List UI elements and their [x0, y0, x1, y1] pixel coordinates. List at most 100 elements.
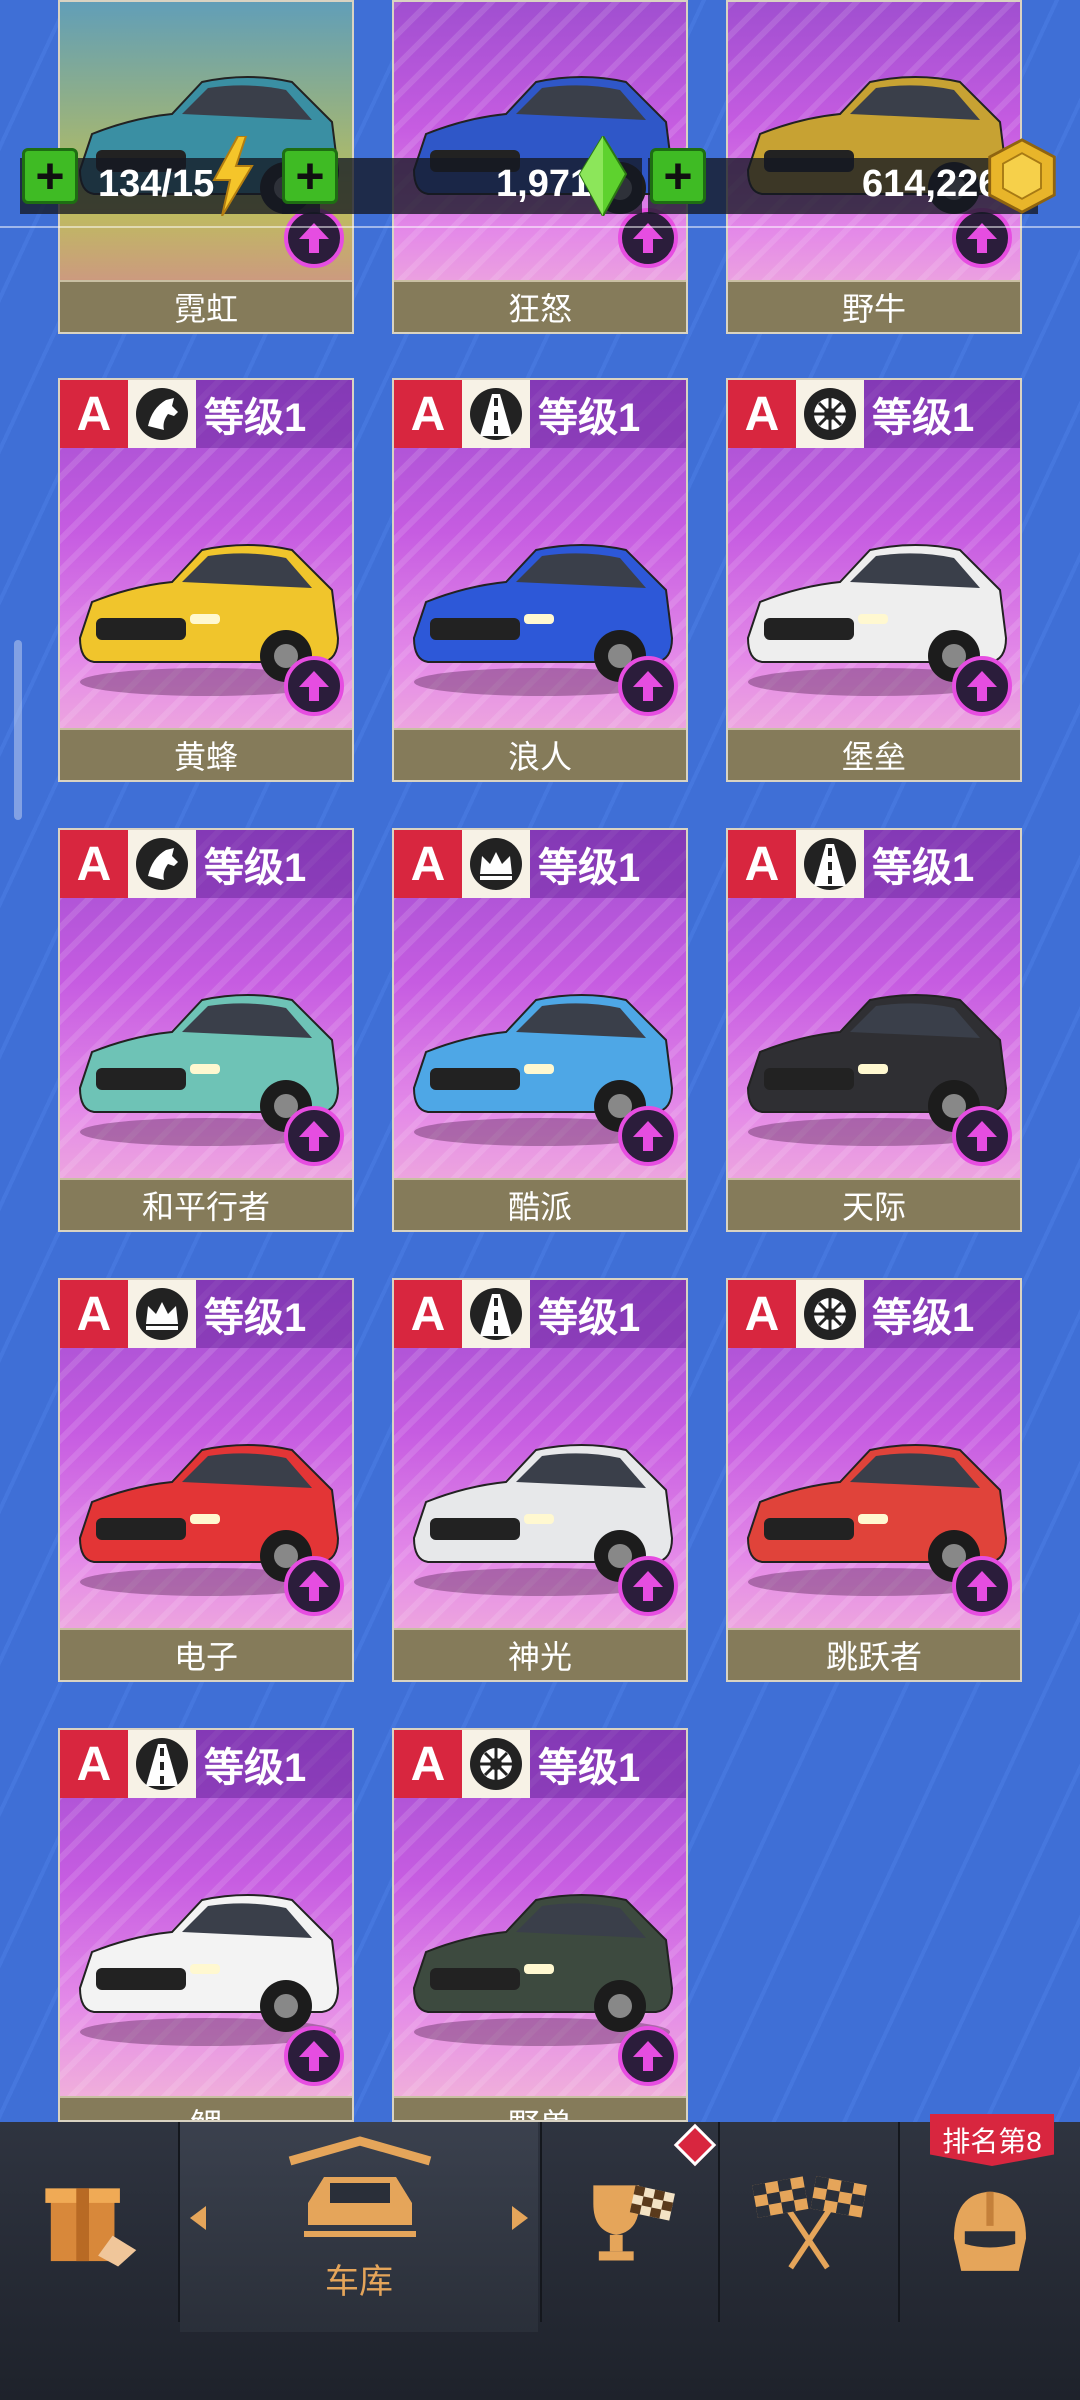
- coins-value: 614,226: [862, 162, 1000, 205]
- car-name: 狂怒: [394, 280, 686, 332]
- card-header: A 等级1: [394, 380, 686, 448]
- horse-icon: [136, 838, 188, 890]
- upgrade-arrow-icon: [299, 671, 329, 701]
- car-card[interactable]: A 等级1 黄蜂: [58, 378, 354, 782]
- rank-letter: A: [394, 380, 462, 448]
- road-icon: [804, 838, 856, 890]
- car-card[interactable]: A 等级1 天际: [726, 828, 1022, 1232]
- road-icon: [136, 1738, 188, 1790]
- car-card[interactable]: A 等级1 野兽: [392, 1728, 688, 2122]
- garage-car-icon: [288, 2136, 432, 2237]
- rank-letter: A: [60, 1280, 128, 1348]
- trophy-flag-icon: [593, 2185, 675, 2261]
- upgrade-button[interactable]: [952, 1106, 1012, 1166]
- gem-icon: [578, 136, 628, 216]
- side-scroll-handle[interactable]: [14, 640, 22, 820]
- checkered-flags-icon: [752, 2176, 867, 2270]
- car-name: 跳跃者: [728, 1628, 1020, 1680]
- car-name: 酷派: [394, 1178, 686, 1230]
- card-header: A 等级1: [60, 830, 352, 898]
- car-card[interactable]: A 等级1 电子: [58, 1278, 354, 1682]
- shop-box-icon: [45, 2188, 137, 2267]
- car-class-badge: [128, 830, 196, 898]
- nav-race[interactable]: [720, 2122, 898, 2322]
- nav-garage[interactable]: 车库: [180, 2122, 538, 2332]
- nav-shop[interactable]: [0, 2122, 178, 2322]
- car-image: [78, 1894, 340, 2046]
- garage-prev-arrow[interactable]: [190, 2206, 206, 2230]
- car-name: 鲤: [60, 2096, 352, 2120]
- upgrade-button[interactable]: [952, 1556, 1012, 1616]
- upgrade-arrow-icon: [633, 2041, 663, 2071]
- car-image: [412, 1894, 674, 2046]
- upgrade-button[interactable]: [618, 1556, 678, 1616]
- car-card[interactable]: A 等级1 和平行者: [58, 828, 354, 1232]
- crown-icon: [136, 1288, 188, 1340]
- level-label: 等级1: [864, 830, 1020, 898]
- car-class-badge: [796, 380, 864, 448]
- upgrade-arrow-icon: [633, 1571, 663, 1601]
- garage-next-arrow[interactable]: [512, 2206, 528, 2230]
- car-class-badge: [462, 1730, 530, 1798]
- upgrade-button[interactable]: [284, 656, 344, 716]
- car-name: 电子: [60, 1628, 352, 1680]
- rank-letter: A: [60, 380, 128, 448]
- upgrade-arrow-icon: [299, 1571, 329, 1601]
- tire-icon: [804, 388, 856, 440]
- car-class-badge: [796, 1280, 864, 1348]
- upgrade-arrow-icon: [967, 671, 997, 701]
- card-header: A 等级1: [60, 380, 352, 448]
- card-header: A 等级1: [394, 1730, 686, 1798]
- coin-icon: [988, 138, 1056, 214]
- upgrade-button[interactable]: [952, 656, 1012, 716]
- helmet-icon: [954, 2191, 1026, 2271]
- car-card[interactable]: A 等级1 神光: [392, 1278, 688, 1682]
- level-label: 等级1: [196, 830, 352, 898]
- car-card[interactable]: A 等级1 跳跃者: [726, 1278, 1022, 1682]
- car-card[interactable]: A 等级1 酷派: [392, 828, 688, 1232]
- car-class-badge: [462, 1280, 530, 1348]
- car-card[interactable]: A 等级1 浪人: [392, 378, 688, 782]
- crown-icon: [470, 838, 522, 890]
- level-label: 等级1: [530, 830, 686, 898]
- add-gems-button[interactable]: +: [282, 148, 338, 204]
- upgrade-button[interactable]: [618, 2026, 678, 2086]
- level-label: 等级1: [530, 1280, 686, 1348]
- upgrade-button[interactable]: [284, 1556, 344, 1616]
- card-header: A 等级1: [60, 1730, 352, 1798]
- rank-letter: A: [60, 830, 128, 898]
- rank-letter: A: [394, 1730, 462, 1798]
- car-class-badge: [462, 830, 530, 898]
- car-name: 霓虹: [60, 280, 352, 332]
- car-class-badge: [796, 830, 864, 898]
- car-name: 神光: [394, 1628, 686, 1680]
- car-name: 天际: [728, 1178, 1020, 1230]
- add-energy-button[interactable]: +: [22, 148, 78, 204]
- upgrade-button[interactable]: [618, 656, 678, 716]
- upgrade-arrow-icon: [299, 2041, 329, 2071]
- energy-value: 134/15: [98, 162, 215, 205]
- level-label: 等级1: [530, 1730, 686, 1798]
- currency-bar: + 134/15 + 1,971 + 614,226: [0, 130, 1080, 230]
- car-name: 野兽: [394, 2096, 686, 2120]
- car-class-badge: [128, 1280, 196, 1348]
- upgrade-arrow-icon: [633, 671, 663, 701]
- garage-label: 车库: [325, 2263, 393, 2301]
- upgrade-button[interactable]: [618, 1106, 678, 1166]
- upgrade-button[interactable]: [284, 1106, 344, 1166]
- level-label: 等级1: [196, 1280, 352, 1348]
- lightning-icon: [212, 136, 254, 216]
- add-coins-button[interactable]: +: [650, 148, 706, 204]
- card-header: A 等级1: [728, 1280, 1020, 1348]
- rank-letter: A: [394, 830, 462, 898]
- car-name: 浪人: [394, 728, 686, 780]
- upgrade-button[interactable]: [284, 2026, 344, 2086]
- road-icon: [470, 388, 522, 440]
- gems-value: 1,971: [496, 162, 592, 205]
- level-label: 等级1: [196, 1730, 352, 1798]
- rank-letter: A: [60, 1730, 128, 1798]
- car-name: 野牛: [728, 280, 1020, 332]
- header-divider: [0, 226, 1080, 228]
- car-card[interactable]: A 等级1 堡垒: [726, 378, 1022, 782]
- car-card[interactable]: A 等级1 鲤: [58, 1728, 354, 2122]
